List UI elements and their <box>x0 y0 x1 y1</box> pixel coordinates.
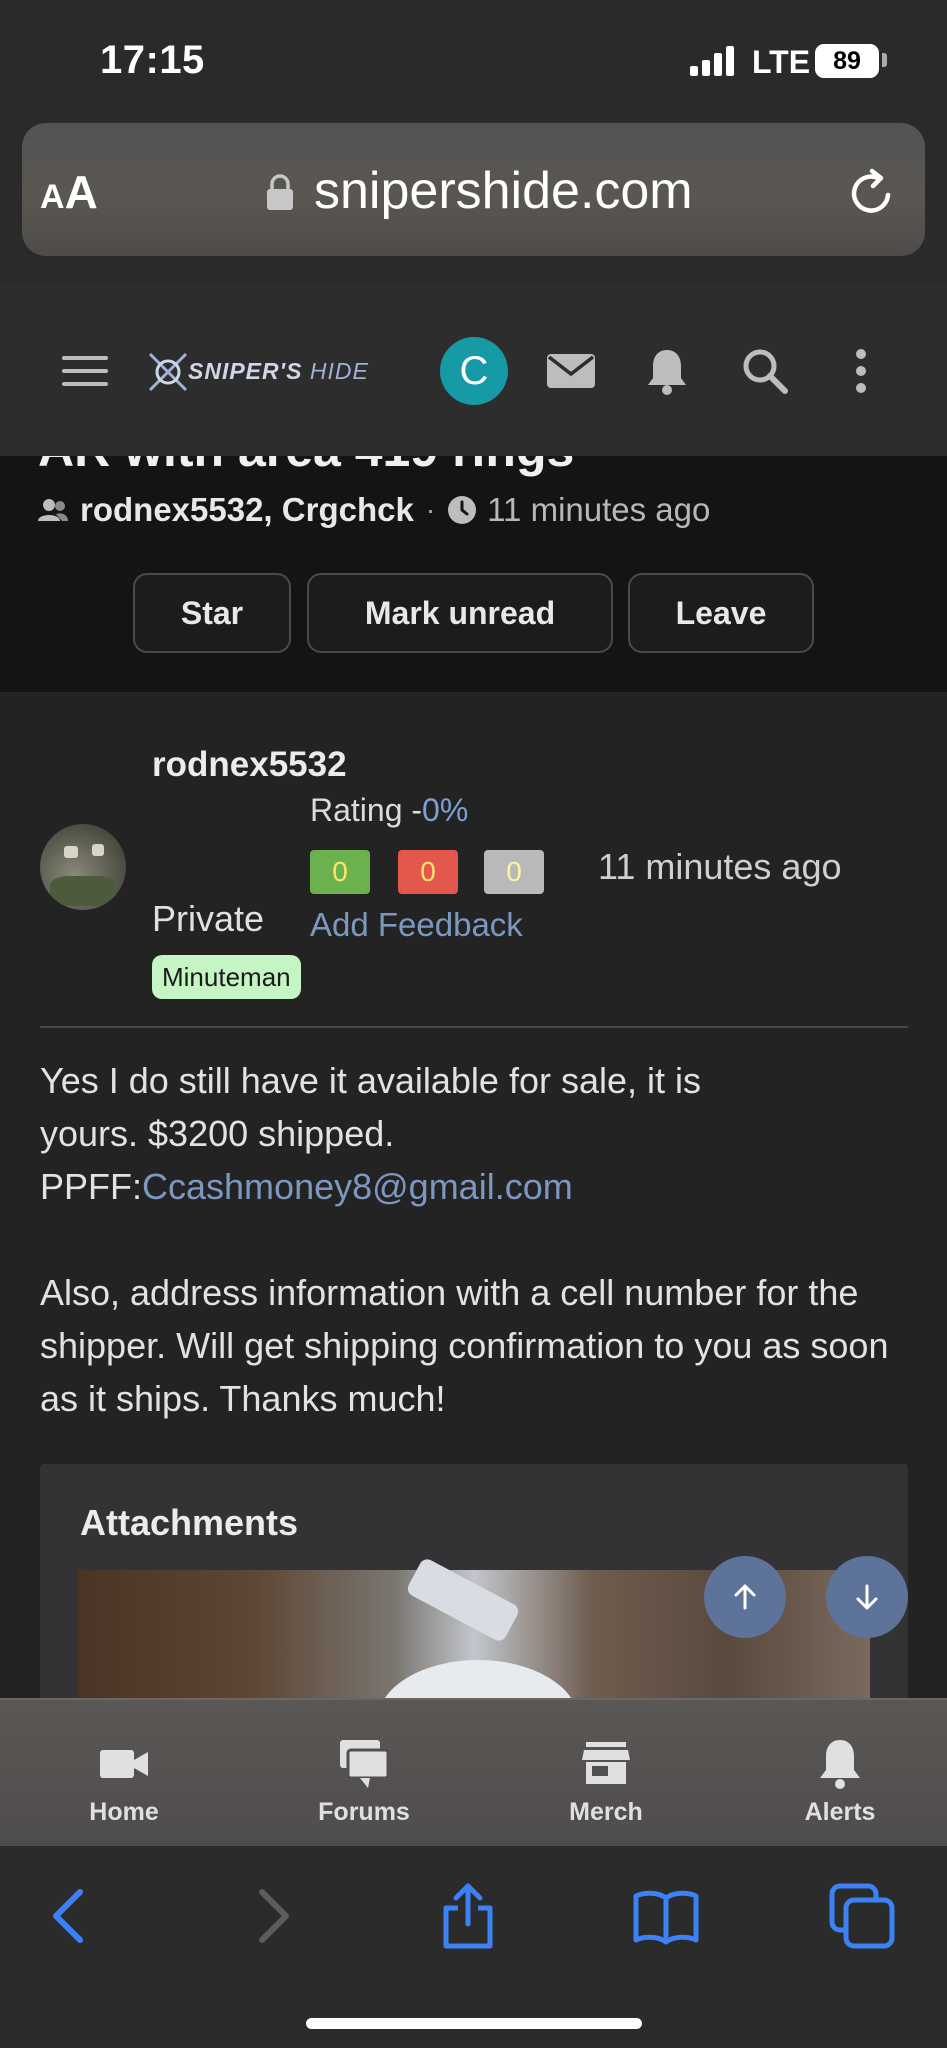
battery-level: 89 <box>833 47 861 75</box>
nav-alerts[interactable]: Alerts <box>750 1700 930 1848</box>
bell-icon[interactable] <box>640 344 694 398</box>
attachments-title: Attachments <box>80 1502 299 1543</box>
battery-tip <box>882 53 887 67</box>
star-button[interactable]: Star <box>133 573 291 653</box>
address-bar[interactable]: AA snipershide.com <box>22 123 925 256</box>
search-icon[interactable] <box>738 344 792 398</box>
video-camera-icon <box>100 1750 148 1778</box>
thread-header: AR with area 419 rings rodnex5532, Crgch… <box>0 456 947 692</box>
logo-crosshair-icon <box>148 352 188 392</box>
scroll-down-button[interactable] <box>826 1556 908 1638</box>
nav-alerts-label: Alerts <box>804 1798 876 1826</box>
logo-main: SNIPER'S <box>188 358 303 384</box>
participant-names[interactable]: rodnex5532, Crgchck <box>80 491 414 529</box>
domain-text: snipershide.com <box>314 162 693 220</box>
carrier-label: LTE <box>752 44 811 80</box>
attachment-detail <box>405 1556 521 1644</box>
post-username[interactable]: rodnex5532 <box>152 738 347 791</box>
add-feedback-link[interactable]: Add Feedback <box>310 906 523 944</box>
signal-icon <box>690 46 734 76</box>
mark-unread-button[interactable]: Mark unread <box>307 573 613 653</box>
forward-icon[interactable] <box>236 1880 308 1952</box>
store-icon <box>582 1742 630 1784</box>
feedback-neutral[interactable]: 0 <box>484 850 544 894</box>
user-rating: Rating -0% <box>310 792 468 829</box>
site-logo[interactable]: SNIPER'S HIDE <box>146 344 386 400</box>
site-header: SNIPER'S HIDE C <box>0 282 947 456</box>
body-paragraph: Also, address information with a cell nu… <box>40 1272 889 1419</box>
home-indicator <box>306 2018 642 2029</box>
post-time[interactable]: 11 minutes ago <box>598 846 842 888</box>
divider <box>40 1026 908 1028</box>
rating-label: Rating - <box>310 792 423 828</box>
thread-time: 11 minutes ago <box>487 491 711 528</box>
logo-text: SNIPER'S HIDE <box>188 358 369 385</box>
users-icon <box>38 499 68 521</box>
nav-forums[interactable]: Forums <box>274 1700 454 1848</box>
more-vertical-icon[interactable] <box>834 344 888 398</box>
tabs-icon[interactable] <box>826 1880 898 1952</box>
avatar-detail <box>50 876 116 906</box>
user-badge: Minuteman <box>152 955 301 999</box>
mail-icon[interactable] <box>544 344 598 398</box>
share-icon[interactable] <box>432 1880 504 1952</box>
nav-forums-label: Forums <box>318 1798 410 1826</box>
nav-home-label: Home <box>89 1798 159 1826</box>
bell-icon <box>820 1740 860 1789</box>
thread-participants: rodnex5532, Crgchck · 11 minutes ago <box>38 488 710 532</box>
nav-home[interactable]: Home <box>34 1700 214 1848</box>
browser-toolbar <box>0 1846 947 2048</box>
feedback-positive[interactable]: 0 <box>310 850 370 894</box>
status-time: 17:15 <box>100 38 205 82</box>
message-post: rodnex5532 Private Minuteman Rating -0% … <box>0 692 947 1704</box>
email-link[interactable]: Ccashmoney8@gmail.com <box>142 1166 573 1207</box>
post-body: Yes I do still have it available for sal… <box>40 1054 920 1425</box>
clock-icon <box>448 496 477 524</box>
body-line: Yes I do still have it available for sal… <box>40 1060 702 1101</box>
forum-icon <box>340 1740 390 1788</box>
user-avatar[interactable] <box>40 824 126 910</box>
separator-dot: · <box>425 494 436 525</box>
arrow-up-icon <box>734 1584 756 1610</box>
reload-icon[interactable] <box>844 165 900 221</box>
body-line: PPFF:Ccashmoney8@gmail.com <box>40 1160 920 1213</box>
bookmarks-icon[interactable] <box>630 1880 702 1952</box>
account-avatar[interactable]: C <box>440 337 508 405</box>
thread-title: AR with area 419 rings <box>38 456 574 478</box>
body-line: yours. $3200 shipped. <box>40 1113 395 1154</box>
avatar-detail <box>64 846 78 858</box>
user-rank: Private <box>152 898 265 939</box>
arrow-down-icon <box>856 1584 878 1610</box>
lock-icon <box>267 174 293 210</box>
body-prefix: PPFF: <box>40 1166 143 1207</box>
scroll-up-button[interactable] <box>704 1556 786 1638</box>
aa-small: A <box>40 178 65 216</box>
rating-percent[interactable]: 0% <box>422 792 468 828</box>
menu-icon[interactable] <box>62 356 108 386</box>
aa-big: A <box>64 166 98 218</box>
site-bottom-nav: Home Forums Merch Alerts <box>0 1698 947 1846</box>
leave-button[interactable]: Leave <box>628 573 814 653</box>
logo-sub: HIDE <box>309 358 369 384</box>
nav-merch[interactable]: Merch <box>516 1700 696 1848</box>
status-bar: 17:15 LTE 89 <box>0 0 947 120</box>
avatar-detail <box>92 844 104 856</box>
battery-icon: 89 <box>815 44 879 78</box>
nav-merch-label: Merch <box>569 1798 643 1826</box>
back-icon[interactable] <box>34 1880 106 1952</box>
feedback-negative[interactable]: 0 <box>398 850 458 894</box>
browser-address-area: AA snipershide.com <box>0 120 947 282</box>
reader-options-button[interactable]: AA <box>40 165 98 219</box>
